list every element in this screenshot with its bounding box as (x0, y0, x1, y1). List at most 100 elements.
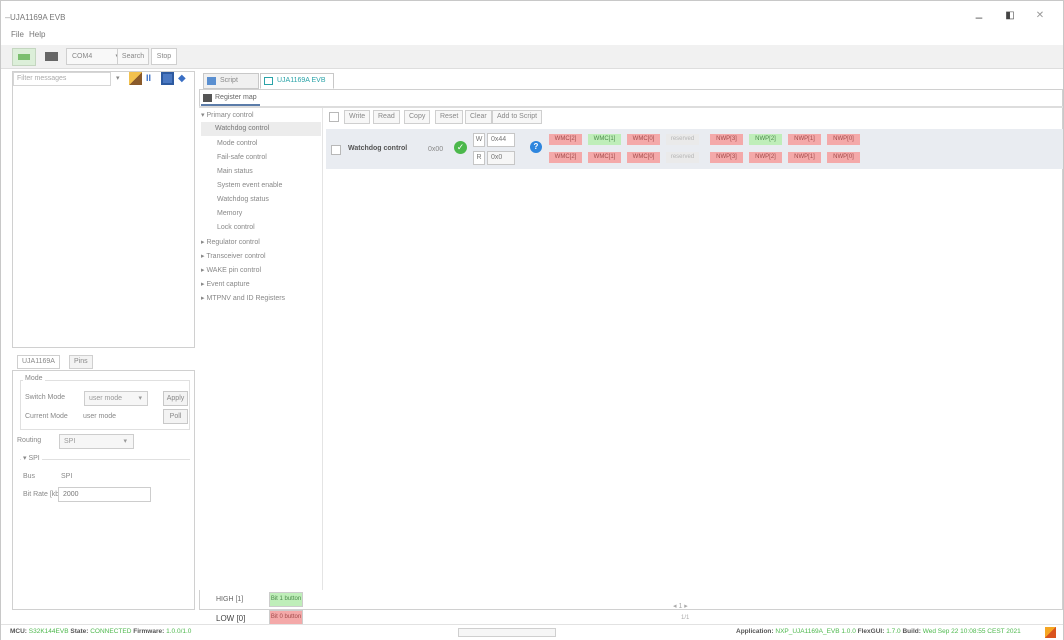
connect-button[interactable] (12, 48, 36, 66)
tab-device[interactable]: UJA1169A (17, 355, 60, 369)
port-value: COM4 (72, 53, 93, 60)
app-label: Application: (736, 628, 774, 635)
tree-item-transceiver-control[interactable]: ▸ Transceiver control (201, 250, 266, 264)
write-bit-5[interactable]: NWP[2] (749, 134, 782, 145)
minimize-button[interactable]: – (970, 10, 988, 24)
apply-button[interactable]: Apply (163, 391, 188, 406)
tree-item-mode-control[interactable]: Mode control (217, 137, 257, 151)
poll-button[interactable]: Poll (163, 409, 188, 424)
add-to-script-button[interactable]: Add to Script (492, 110, 543, 124)
spi-group-toggle[interactable]: ▾ SPI (21, 454, 42, 462)
register-name: Watchdog control (348, 145, 408, 152)
mcu-value: S32K144EVB (28, 628, 69, 635)
tree-item-memory[interactable]: Memory (217, 207, 242, 221)
divider (20, 459, 190, 460)
reset-button[interactable]: Reset (435, 110, 464, 124)
save-icon[interactable] (161, 72, 174, 85)
close-button[interactable]: ✕ (1031, 10, 1049, 21)
write-bit-4[interactable]: NWP[3] (710, 134, 743, 145)
tree-item-lock-control[interactable]: Lock control (217, 221, 255, 235)
bit0-button[interactable]: Bit 0 button (269, 610, 303, 625)
copy-button[interactable]: Copy (404, 110, 431, 124)
bitrate-input[interactable]: 2000 (58, 487, 151, 502)
tab-evb[interactable]: UJA1169A EVB (260, 73, 334, 89)
status-bar: MCU: S32K144EVB State: CONNECTED Firmwar… (1, 624, 1063, 640)
routing-select[interactable]: SPI ▾ (59, 434, 134, 449)
board-icon (45, 52, 58, 61)
message-filter-input[interactable]: Filter messages (13, 72, 111, 86)
write-bit-2[interactable]: WMC[0] (627, 134, 660, 145)
broom-icon[interactable] (129, 72, 142, 85)
tree-item-wake-pin-control[interactable]: ▸ WAKE pin control (201, 264, 261, 278)
plug-icon (18, 54, 30, 60)
read-bit-5: NWP[2] (749, 152, 782, 163)
search-button[interactable]: Search (117, 48, 149, 65)
build-label: Build: (902, 628, 921, 635)
pause-icon[interactable]: II (146, 72, 159, 85)
low-label: LOW [0] (216, 614, 246, 623)
tree-item-fail-safe-control[interactable]: Fail-safe control (217, 151, 267, 165)
message-panel (12, 71, 195, 348)
tree-item-watchdog-status[interactable]: Watchdog status (217, 193, 269, 207)
select-all-checkbox[interactable] (329, 112, 339, 122)
logo-icon (1045, 627, 1056, 638)
toolbar: COM4 ▾ Search Stop (1, 45, 1063, 69)
write-bit-7[interactable]: NWP[0] (827, 134, 860, 145)
tree-item-watchdog-control[interactable]: Watchdog control (201, 122, 321, 136)
app-value: NXP_UJA1169A_EVB 1.0.0 (775, 628, 856, 635)
write-row-label: W (473, 133, 485, 147)
read-bit-3: reserved (666, 152, 699, 163)
menu-bar: File Help (1, 27, 1063, 45)
check-icon: ✓ (454, 141, 467, 154)
state-value: CONNECTED (90, 628, 132, 635)
high-label: HIGH [1] (216, 596, 244, 603)
write-value-input[interactable]: 0x44 (487, 133, 515, 147)
build-value: Wed Sep 22 10:08:55 CEST 2021 (922, 628, 1021, 635)
write-button[interactable]: Write (344, 110, 371, 124)
read-bit-2: WMC[0] (627, 152, 660, 163)
write-bit-6[interactable]: NWP[1] (788, 134, 821, 145)
read-bit-1: WMC[1] (588, 152, 621, 163)
pin-icon[interactable]: ◆ (178, 72, 191, 85)
tree-item-system-event-enable[interactable]: System event enable (217, 179, 282, 193)
page-indicator: 1/1 (681, 615, 690, 621)
status-left: MCU: S32K144EVB State: CONNECTED Firmwar… (10, 628, 191, 635)
routing-label: Routing (17, 437, 42, 444)
progress-bar (458, 628, 556, 637)
clear-button[interactable]: Clear (465, 110, 492, 124)
switch-mode-label: Switch Mode (25, 394, 66, 401)
tab-pins[interactable]: Pins (69, 355, 93, 369)
bit1-button[interactable]: Bit 1 button (269, 592, 303, 607)
stop-button[interactable]: Stop (151, 48, 177, 65)
title-bar: – UJA1169A EVB – ◧ ✕ (1, 1, 1063, 27)
tab-evb-label: UJA1169A EVB (277, 77, 326, 84)
pager-controls[interactable]: ◂ 1 ▸ (673, 602, 688, 610)
info-icon[interactable]: ? (530, 141, 542, 153)
maximize-button[interactable]: ◧ (1001, 10, 1019, 21)
spi-group-label: SPI (28, 455, 40, 462)
tree-item-main-status[interactable]: Main status (217, 165, 253, 179)
chevron-down-icon: ▾ (138, 395, 142, 402)
read-button[interactable]: Read (373, 110, 400, 124)
tab-register-map[interactable]: Register map (201, 91, 260, 106)
register-checkbox[interactable] (331, 145, 341, 155)
tree-item-mtpnv-id-registers[interactable]: ▸ MTPNV and ID Registers (201, 292, 285, 306)
read-row-label: R (473, 151, 485, 165)
board-tab-icon (264, 77, 273, 85)
mcu-label: MCU: (10, 628, 27, 635)
filter-dropdown-icon[interactable]: ▾ (116, 72, 129, 85)
write-bit-1[interactable]: WMC[1] (588, 134, 621, 145)
menu-file[interactable]: File (11, 30, 24, 39)
menu-help[interactable]: Help (29, 30, 45, 39)
tree-item-regulator-control[interactable]: ▸ Regulator control (201, 236, 260, 250)
script-icon (207, 77, 216, 85)
read-bit-6: NWP[1] (788, 152, 821, 163)
current-mode-label: Current Mode (25, 413, 68, 420)
chevron-down-icon: ▾ (123, 438, 127, 445)
switch-mode-select[interactable]: user mode ▾ (84, 391, 148, 406)
tree-item-event-capture[interactable]: ▸ Event capture (201, 278, 250, 292)
tree-item-primary-control[interactable]: ▾ Primary control (201, 109, 321, 123)
divider (199, 106, 1063, 108)
tab-script-editor[interactable]: Script editor (203, 73, 259, 98)
write-bit-0[interactable]: WMC[2] (549, 134, 582, 145)
